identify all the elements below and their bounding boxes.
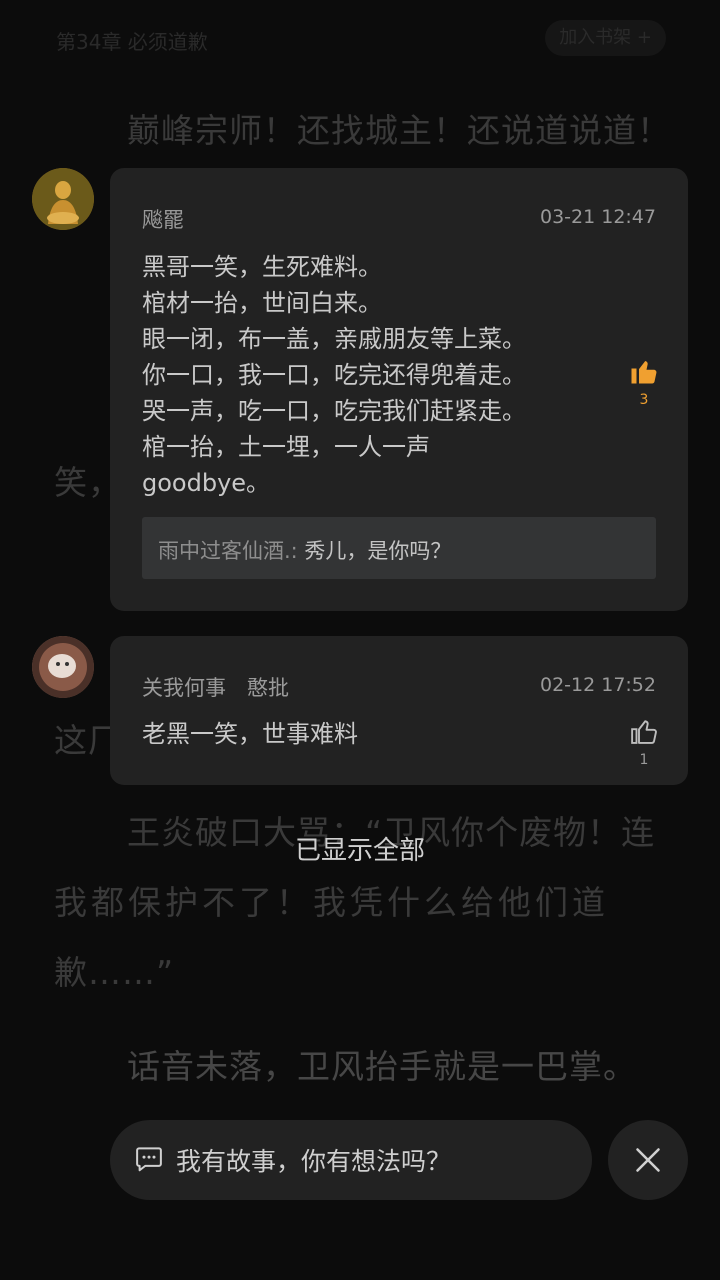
close-icon: [636, 1148, 660, 1172]
comment-text: 黑哥一笑，生死难料。 棺材一抬，世间白来。 眼一闭，布一盖，亲戚朋友等上菜。 你…: [142, 249, 526, 501]
like-button[interactable]: 1: [624, 716, 664, 768]
comment-line: 棺一抬，土一埋，一人一声: [142, 433, 430, 461]
comment-line: 黑哥一笑，生死难料。: [142, 253, 382, 281]
comment-line: 你一口，我一口，吃完还得兜着走。: [142, 361, 526, 389]
thumbs-up-outline-icon: [631, 720, 657, 744]
thumbs-up-filled-icon: [631, 361, 657, 384]
add-to-shelf-button[interactable]: 加入书架 +: [545, 20, 666, 56]
reader-text-line: 我都保护不了！我凭什么给他们道: [54, 883, 609, 922]
comment-time: 03-21 12:47: [539, 206, 656, 228]
comment-author[interactable]: 关我何事 憨批: [142, 672, 289, 702]
chat-bubble-icon: [136, 1147, 162, 1172]
comment-line: 棺材一抬，世间白来。: [142, 289, 382, 317]
like-count: 1: [639, 752, 649, 768]
comment-line: 哭一声，吃一口，吃完我们赶紧走。: [142, 397, 526, 425]
like-button[interactable]: 3: [624, 356, 664, 408]
close-button[interactable]: [608, 1120, 688, 1200]
reply-text: 秀儿，是你吗？: [297, 539, 452, 563]
buddha-avatar-icon: [32, 168, 94, 230]
comment-line: 眼一闭，布一盖，亲戚朋友等上菜。: [142, 325, 526, 353]
comment-text: 老黑一笑，世事难料: [142, 716, 358, 752]
chapter-title: 第34章 必须道歉: [56, 30, 208, 54]
reply-author[interactable]: 雨中过客仙酒.:: [158, 539, 298, 563]
comment-line: goodbye。: [142, 469, 271, 497]
reply-preview[interactable]: 雨中过客仙酒.: 秀儿，是你吗？: [142, 517, 656, 579]
reader-text-line: 话音未落，卫风抬手就是一巴掌。: [127, 1047, 637, 1086]
comment-time: 02-12 17:52: [539, 674, 656, 696]
like-count: 3: [639, 392, 649, 408]
user-photo-avatar-icon: [32, 636, 94, 698]
reader-header: 第34章 必须道歉 加入书架 +: [56, 20, 666, 56]
comment-card[interactable]: 关我何事 憨批 02-12 17:52 老黑一笑，世事难料 1: [110, 636, 688, 785]
reader-text-line: 巅峰宗师！还找城主！还说道说道！: [127, 111, 671, 150]
comment-input-placeholder: 我有故事，你有想法吗？: [176, 1147, 452, 1176]
comment-author[interactable]: 飚罷: [142, 204, 184, 234]
comment-input[interactable]: 我有故事，你有想法吗？: [110, 1120, 592, 1200]
user-avatar[interactable]: [32, 168, 94, 230]
all-shown-label: 已显示全部: [294, 836, 425, 866]
comment-card[interactable]: 飚罷 03-21 12:47 黑哥一笑，生死难料。 棺材一抬，世间白来。 眼一闭…: [110, 168, 688, 611]
user-avatar[interactable]: [32, 636, 94, 698]
comment-line: 老黑一笑，世事难料: [142, 720, 358, 748]
reader-text-line: 歉……”: [54, 953, 175, 992]
